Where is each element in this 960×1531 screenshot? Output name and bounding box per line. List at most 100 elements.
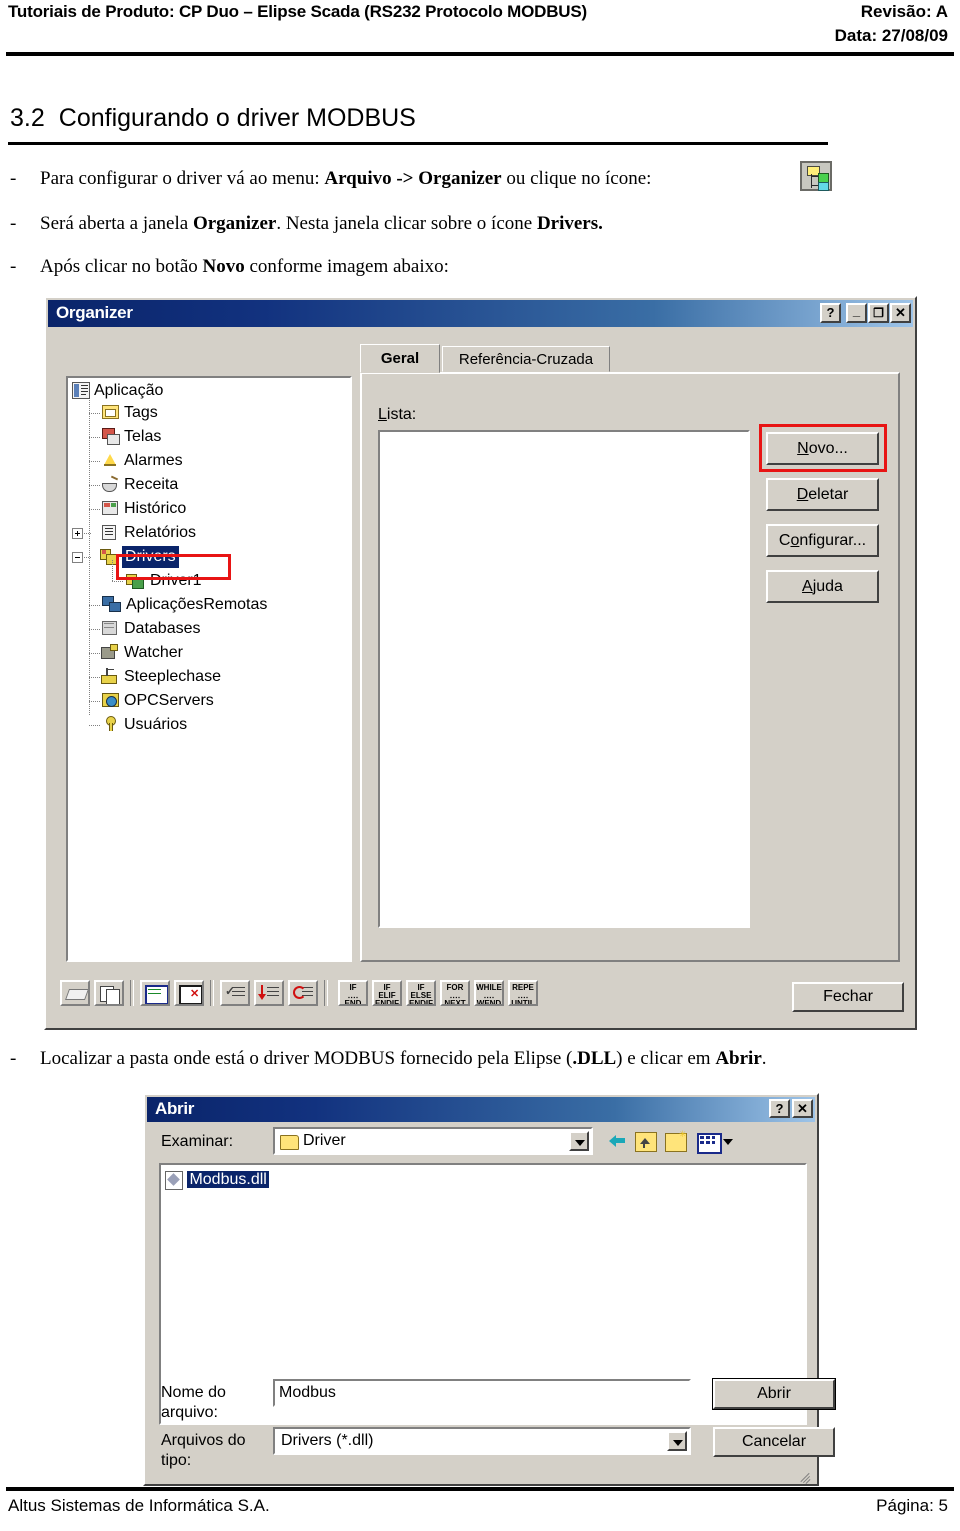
filetype-label: Arquivos do tipo: bbox=[161, 1431, 246, 1471]
list-item[interactable]: Modbus.dll bbox=[165, 1169, 269, 1190]
bullet-dash: - bbox=[10, 256, 17, 277]
tree-label: Driver1 bbox=[150, 572, 202, 589]
bullet-1-emphasis: Arquivo -> Organizer bbox=[324, 168, 502, 189]
tree-label: Usuários bbox=[124, 716, 188, 733]
organizer-tree[interactable]: Aplicação Tags Telas Alarmes Receita His… bbox=[66, 376, 352, 962]
file-name: Modbus.dll bbox=[187, 1171, 269, 1188]
tree-label: Watcher bbox=[124, 644, 183, 661]
views-menu-icon[interactable] bbox=[697, 1133, 722, 1154]
bullet-2-emphasis-2: Drivers. bbox=[536, 213, 603, 234]
tree-node-usuarios[interactable]: Usuários bbox=[89, 714, 188, 736]
configurar-button[interactable]: Configurar... bbox=[766, 524, 879, 557]
tree-node-aplicacao[interactable]: Aplicação bbox=[72, 380, 163, 402]
tree-node-driver1[interactable]: Driver1 bbox=[112, 560, 202, 592]
section-heading: 3.2 Configurando o driver MODBUS bbox=[10, 104, 416, 133]
tab-referencia-cruzada[interactable]: Referência-Cruzada bbox=[442, 346, 610, 372]
tree-node-relatorios[interactable]: Relatórios bbox=[72, 522, 196, 544]
repeat-until-button[interactable]: REPE ‥‥ UNTIL bbox=[508, 980, 538, 1006]
examinar-dropdown-arrow[interactable] bbox=[569, 1131, 589, 1151]
tab-geral[interactable]: Geral bbox=[360, 344, 440, 373]
examinar-combo[interactable]: Driver bbox=[273, 1127, 593, 1155]
abrir-titlebar[interactable]: Abrir ? ✕ bbox=[147, 1097, 815, 1122]
opcservers-icon bbox=[102, 693, 119, 707]
views-dropdown-arrow[interactable] bbox=[723, 1139, 733, 1145]
while-wend-button[interactable]: WHILE ‥‥ WEND bbox=[474, 980, 504, 1006]
organizer-minimize-button[interactable]: _ bbox=[846, 303, 867, 323]
tree-label: Aplicação bbox=[94, 382, 164, 399]
up-one-level-icon[interactable] bbox=[635, 1132, 657, 1152]
tree-node-opcservers[interactable]: OPCServers bbox=[89, 690, 214, 712]
bullet-2-part-1: Será aberta a janela bbox=[40, 213, 193, 234]
drivers-icon bbox=[100, 549, 118, 565]
history-icon bbox=[102, 501, 118, 515]
organizer-help-button[interactable]: ? bbox=[820, 303, 841, 323]
resize-grip[interactable] bbox=[799, 1467, 813, 1484]
instruction-bullet-2: - Será aberta a janela Organizer. Nesta j… bbox=[10, 213, 603, 235]
organizer-window[interactable]: Organizer ? _ ❐ ✕ Geral Referência-Cruza… bbox=[44, 296, 917, 1030]
organizer-list-box[interactable] bbox=[378, 430, 750, 928]
organizer-toolbar[interactable]: ✕ ✓ IF ‥‥ END IF ELIF ENDIF IF ELSE ENDIF FOR ‥… bbox=[54, 974, 909, 1016]
abrir-title: Abrir bbox=[155, 1099, 195, 1118]
tree-node-aplicacoesremotas[interactable]: AplicaçõesRemotas bbox=[89, 594, 267, 616]
footer-page: Página: 5 bbox=[876, 1496, 948, 1515]
filename-input[interactable]: Modbus bbox=[273, 1379, 691, 1407]
instruction-bullet-3: - Após clicar no botão Novo conforme imag… bbox=[10, 256, 449, 278]
document-title: Tutoriais de Produto: CP Duo – Elipse Sc… bbox=[8, 2, 587, 21]
bullet-1-part-3: ou clique no ícone: bbox=[501, 168, 652, 189]
tree-node-watcher[interactable]: Watcher bbox=[89, 642, 183, 664]
for-next-button[interactable]: FOR ‥‥ NEXT bbox=[440, 980, 470, 1006]
tree-node-historico[interactable]: Histórico bbox=[89, 498, 186, 520]
organizer-tabstrip[interactable]: Geral Referência-Cruzada bbox=[360, 344, 900, 374]
abrir-dialog[interactable]: Abrir ? ✕ Examinar: Driver ✳ Modbus.dll … bbox=[143, 1093, 835, 1486]
footer-company: Altus Sistemas de Informática S.A. bbox=[8, 1496, 270, 1515]
deletar-button[interactable]: Deletar bbox=[766, 478, 879, 511]
ajuda-button[interactable]: Ajuda bbox=[766, 570, 879, 603]
tree-node-alarmes[interactable]: Alarmes bbox=[89, 450, 183, 472]
fechar-button[interactable]: Fechar bbox=[792, 982, 904, 1012]
sort-down-button[interactable] bbox=[254, 980, 284, 1006]
abrir-cancel-button[interactable]: Cancelar bbox=[713, 1427, 835, 1457]
caption-emphasis-2: Abrir bbox=[715, 1048, 762, 1069]
bullet-dash: - bbox=[10, 168, 17, 189]
databases-icon bbox=[102, 621, 117, 635]
tree-node-drivers[interactable]: Drivers bbox=[72, 546, 179, 568]
copy-button[interactable] bbox=[94, 980, 124, 1006]
delete-row-button[interactable]: ✕ bbox=[174, 980, 204, 1006]
check-syntax-button[interactable]: ✓ bbox=[220, 980, 250, 1006]
organizer-close-button[interactable]: ✕ bbox=[890, 303, 911, 323]
filename-label: Nome do arquivo: bbox=[161, 1383, 226, 1423]
tree-node-steeplechase[interactable]: Steeplechase bbox=[89, 666, 221, 688]
instruction-bullet-1: - Para configurar o driver vá ao menu: Ar… bbox=[10, 168, 651, 190]
recipe-icon bbox=[102, 475, 119, 492]
tree-node-databases[interactable]: Databases bbox=[89, 618, 201, 640]
novo-button[interactable]: Novo... bbox=[766, 432, 879, 465]
page-header: Tutoriais de Produto: CP Duo – Elipse Sc… bbox=[0, 0, 960, 58]
if-elif-endif-button[interactable]: IF ELIF ENDIF bbox=[372, 980, 402, 1006]
if-end-button[interactable]: IF ‥‥ END bbox=[338, 980, 368, 1006]
insert-row-button[interactable] bbox=[140, 980, 170, 1006]
if-else-endif-button[interactable]: IF ELSE ENDIF bbox=[406, 980, 436, 1006]
abrir-nav-toolbar[interactable]: ✳ bbox=[607, 1129, 807, 1155]
edit-script-button[interactable] bbox=[60, 980, 90, 1006]
tree-label: Drivers bbox=[122, 546, 179, 568]
organizer-titlebar[interactable]: Organizer ? _ ❐ ✕ bbox=[48, 300, 913, 327]
back-arrow-icon[interactable] bbox=[609, 1135, 625, 1147]
dll-file-icon bbox=[165, 1171, 183, 1190]
section-title-text: Configurando o driver MODBUS bbox=[58, 104, 416, 132]
tree-expand-toggle[interactable] bbox=[72, 528, 83, 539]
refresh-list-button[interactable] bbox=[288, 980, 318, 1006]
caption-emphasis-1: .DLL bbox=[572, 1048, 617, 1069]
tree-node-tags[interactable]: Tags bbox=[89, 402, 158, 424]
new-folder-icon[interactable]: ✳ bbox=[665, 1130, 687, 1152]
tree-node-telas[interactable]: Telas bbox=[89, 426, 161, 448]
abrir-close-button[interactable]: ✕ bbox=[792, 1099, 813, 1118]
tree-node-receita[interactable]: Receita bbox=[89, 474, 178, 496]
abrir-open-button[interactable]: Abrir bbox=[713, 1379, 835, 1409]
abrir-help-button[interactable]: ? bbox=[769, 1099, 790, 1118]
filetype-dropdown-arrow[interactable] bbox=[667, 1431, 687, 1451]
organizer-maximize-button[interactable]: ❐ bbox=[868, 303, 889, 323]
tree-collapse-toggle[interactable] bbox=[72, 552, 83, 563]
filename-label-line1: Nome do bbox=[161, 1384, 226, 1401]
filetype-combo[interactable]: Drivers (*.dll) bbox=[273, 1427, 691, 1455]
caption-part-3: ) e clicar em bbox=[616, 1048, 716, 1069]
